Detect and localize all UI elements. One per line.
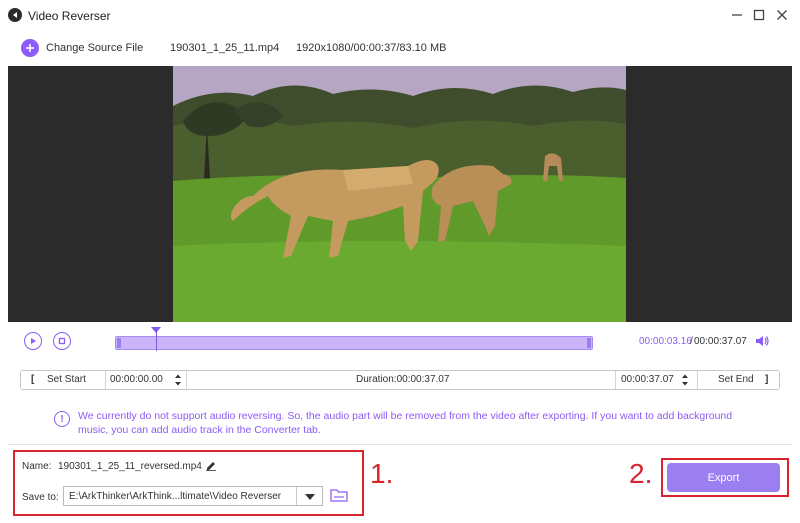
volume-icon[interactable] (754, 333, 770, 349)
range-divider (186, 371, 187, 389)
video-preview-frame[interactable] (173, 66, 626, 322)
section-divider (8, 444, 792, 445)
end-time-stepper-icon[interactable] (681, 373, 689, 387)
step-1-annotation: 1. (370, 458, 394, 489)
minimize-icon[interactable] (728, 6, 746, 24)
stop-icon (58, 337, 66, 345)
source-file-info: 1920x1080/00:00:37/83.10 MB (296, 42, 447, 54)
set-end-button[interactable]: Set End (718, 371, 754, 389)
add-source-icon[interactable] (21, 39, 39, 57)
play-icon (31, 338, 36, 344)
trim-start-handle[interactable] (117, 338, 121, 348)
stop-button[interactable] (53, 332, 71, 350)
step-2-annotation: 2. (629, 458, 653, 489)
save-path-value: E:\ArkThinker\ArkThink...ltimate\Video R… (69, 491, 282, 502)
set-start-button[interactable]: Set Start (47, 371, 86, 389)
current-time: 00:00:03.16 (639, 336, 692, 347)
edit-name-icon[interactable] (205, 459, 217, 471)
play-button[interactable] (24, 332, 42, 350)
range-divider (105, 371, 106, 389)
dropdown-arrow-icon[interactable] (305, 494, 315, 500)
open-folder-icon[interactable] (330, 487, 348, 503)
video-frame-image (173, 66, 626, 322)
close-icon[interactable] (773, 6, 791, 24)
trim-end-handle[interactable] (587, 338, 591, 348)
app-logo-icon (8, 8, 22, 22)
change-source-file-button[interactable]: Change Source File (46, 42, 143, 54)
start-time-input[interactable]: 00:00:00.00 (110, 371, 163, 389)
maximize-icon[interactable] (750, 6, 768, 24)
output-file-name: 190301_1_25_11_reversed.mp4 (58, 461, 202, 472)
playhead[interactable] (155, 327, 157, 351)
start-time-stepper-icon[interactable] (174, 373, 182, 387)
total-time: 00:00:37.07 (694, 336, 747, 347)
save-path-divider (296, 487, 297, 505)
trim-timeline[interactable] (115, 336, 593, 350)
audio-notice-text: We currently do not support audio revers… (78, 410, 733, 436)
name-label: Name: (22, 461, 52, 472)
time-separator: / (690, 336, 693, 347)
title-bar: Video Reverser (0, 0, 800, 30)
window-title: Video Reverser (28, 9, 111, 23)
save-path-select[interactable]: E:\ArkThinker\ArkThink...ltimate\Video R… (63, 486, 323, 506)
export-button[interactable]: Export (667, 463, 780, 492)
trim-range-bar: [ Set Start 00:00:00.00 Duration:00:00:3… (20, 370, 780, 390)
set-start-bracket: [ (31, 374, 35, 385)
end-time-input[interactable]: 00:00:37.07 (621, 371, 674, 389)
source-bar: Change Source File 190301_1_25_11.mp4 19… (8, 30, 792, 66)
video-preview-area (8, 66, 792, 322)
playback-controls: 00:00:03.16 / 00:00:37.07 (8, 322, 792, 360)
range-divider (615, 371, 616, 389)
duration-display: Duration:00:00:37.07 (356, 374, 450, 385)
range-divider (697, 371, 698, 389)
info-icon: ! (54, 411, 70, 427)
set-end-bracket: ] (765, 374, 769, 385)
save-to-label: Save to: (22, 492, 59, 503)
step-1-highlight-box (13, 450, 364, 516)
source-file-name: 190301_1_25_11.mp4 (170, 42, 280, 54)
